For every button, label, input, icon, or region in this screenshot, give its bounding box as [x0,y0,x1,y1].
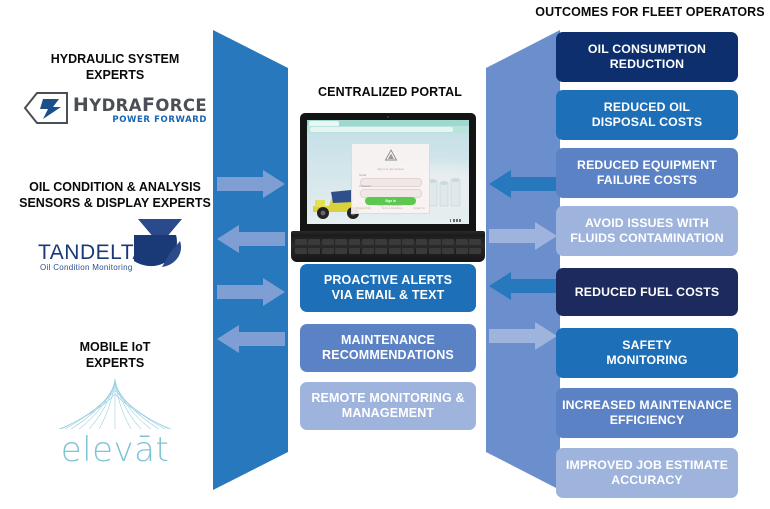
portal-logo-icon [384,148,397,161]
outcome-box-avoid-fluids-contamination: AVOID ISSUES WITH FLUIDS CONTAMINATION [556,206,738,256]
outcome-line2: FAILURE COSTS [596,173,698,187]
portal-background-photo: Sign in to your account Email Password S… [307,133,469,224]
footer-link-terms[interactable]: Terms & Conditions [382,207,403,210]
partner-oil-condition-experts: OIL CONDITION & ANALYSIS SENSORS & DISPL… [0,180,230,277]
partner-title-line1: OIL CONDITION & ANALYSIS [29,180,201,194]
centralized-portal-heading: CENTRALIZED PORTAL [318,85,462,99]
center-box-line1: REMOTE MONITORING & [311,391,465,405]
portal-footer-links: Privacy Policy Terms & Conditions Contac… [356,207,424,210]
screen-indicator-dots [449,219,461,222]
partner-title-line1: HYDRAULIC SYSTEM [50,52,180,66]
laptop-screen: Sign in to your account Email Password S… [307,120,469,224]
partner-title: HYDRAULIC SYSTEM EXPERTS [0,52,230,83]
tandelta-logo: TANDELTA Oil Condition Monitoring [0,219,230,277]
outcome-line2: EFFICIENCY [609,413,685,427]
center-box-line2: MANAGEMENT [341,406,435,420]
outcome-line1: OIL CONSUMPTION [587,42,707,56]
laptop-keyboard-base [291,236,485,262]
arrow-right-2 [217,278,287,311]
outcome-line2: FLUIDS CONTAMINATION [570,231,724,245]
partner-title: OIL CONDITION & ANALYSIS SENSORS & DISPL… [0,180,230,211]
outcome-box-oil-consumption-reduction: OIL CONSUMPTION REDUCTION [556,32,738,82]
left-pillar [213,30,291,490]
outcome-box-safety-monitoring: SAFETY MONITORING [556,328,738,378]
arrow-right-4 [489,322,559,355]
tandelta-tagline: Oil Condition Monitoring [40,263,133,272]
elevat-logo: elevāt [0,378,230,470]
portal-login-card: Sign in to your account Email Password S… [350,143,431,215]
footer-link-contact[interactable]: Contact Us [413,207,425,210]
arrow-right-3 [489,222,559,255]
outcome-line1: IMPROVED JOB ESTIMATE [565,458,729,472]
center-box-proactive-alerts: PROACTIVE ALERTS VIA EMAIL & TEXT [300,264,476,312]
center-box-line1: MAINTENANCE [340,333,435,347]
keyboard-row-1 [295,239,482,245]
outcome-box-reduced-fuel-costs: REDUCED FUEL COSTS [556,268,738,316]
outcome-line2: ACCURACY [611,473,683,487]
partner-title-line1: MOBILE IoT [79,340,151,354]
webcam-icon [387,115,389,118]
arrow-left-2 [217,325,287,358]
arrow-left-3 [489,170,559,203]
partner-mobile-iot-experts: MOBILE IoT EXPERTS elevāt [0,340,230,467]
outcomes-heading: OUTCOMES FOR FLEET OPERATORS [535,5,765,19]
browser-url-bar[interactable] [310,127,453,132]
outcome-line1: SAFETY [622,338,672,352]
center-box-remote-monitoring: REMOTE MONITORING & MANAGEMENT [300,382,476,430]
laptop-lid: Sign in to your account Email Password S… [300,113,476,233]
outcome-box-improved-job-estimate-accuracy: IMPROVED JOB ESTIMATE ACCURACY [556,448,738,498]
elevat-plume-icon [58,378,172,430]
partner-title-line2: EXPERTS [85,355,145,370]
password-input[interactable] [359,188,422,198]
outcome-line1: REDUCED OIL [603,100,691,114]
outcome-line2: REDUCTION [609,57,685,71]
partner-hydraulic-system-experts: HYDRAULIC SYSTEM EXPERTS HYDRAFORCE POWE… [0,52,230,125]
footer-link-privacy[interactable]: Privacy Policy [356,207,371,210]
arrow-left-1 [217,225,287,258]
outcome-box-increased-maintenance-efficiency: INCREASED MAINTENANCE EFFICIENCY [556,388,738,438]
keyboard-row-2 [295,248,482,254]
center-box-line2: VIA EMAIL & TEXT [331,288,445,302]
outcome-box-reduced-equipment-failure-costs: REDUCED EQUIPMENT FAILURE COSTS [556,148,738,198]
outcome-line2: DISPOSAL COSTS [591,115,703,129]
outcome-line2: MONITORING [606,353,688,367]
tandelta-wordmark: TANDELTA [38,241,148,264]
browser-chrome [307,120,469,133]
arrow-right-1 [217,170,287,203]
partner-title-line2: SENSORS & DISPLAY EXPERTS [19,195,211,210]
outcome-line1: REDUCED FUEL COSTS [574,284,720,299]
hydraforce-tagline: POWER FORWARD [112,115,208,125]
elevat-wordmark: elevāt [60,430,170,470]
center-box-line1: PROACTIVE ALERTS [323,273,453,287]
hydraforce-logo: HYDRAFORCE POWER FORWARD [0,91,230,125]
browser-tabbar [307,120,469,126]
hydraforce-mark-icon [23,91,69,125]
outcome-line1: AVOID ISSUES WITH [585,216,709,230]
right-pillar [482,30,562,490]
outcome-line1: INCREASED MAINTENANCE [562,398,732,412]
arrow-left-4 [489,272,559,305]
email-field-label: Email [359,174,367,178]
hydraforce-wordmark: HYDRAFORCE [72,94,208,116]
laptop-illustration: Sign in to your account Email Password S… [291,113,487,265]
center-box-line2: RECOMMENDATIONS [322,348,454,362]
outcome-line1: REDUCED EQUIPMENT [577,158,717,172]
browser-tab[interactable] [309,120,339,126]
partner-title-line2: EXPERTS [85,67,145,82]
outcome-box-reduced-oil-disposal-costs: REDUCED OIL DISPOSAL COSTS [556,90,738,140]
center-box-maintenance-recommendations: MAINTENANCE RECOMMENDATIONS [300,324,476,372]
partner-title: MOBILE IoT EXPERTS [0,340,230,371]
portal-login-prompt: Sign in to your account [377,168,404,172]
